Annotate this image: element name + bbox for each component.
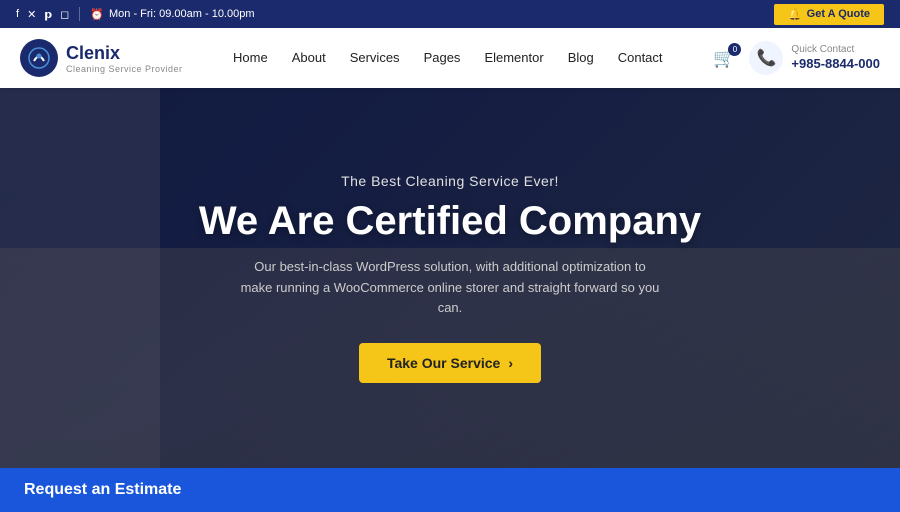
bell-icon: 🔔 (788, 8, 802, 21)
top-bar-left: f ✕ 𝗽 ◻ ⏰ Mon - Fri: 09.00am - 10.00pm (16, 7, 255, 21)
nav-item-services[interactable]: Services (350, 49, 400, 67)
logo[interactable]: Clenix Cleaning Service Provider (20, 39, 183, 77)
phone-text: Quick Contact +985-8844-000 (791, 44, 880, 73)
hero-cta-arrow: › (508, 355, 513, 371)
hero-content: The Best Cleaning Service Ever! We Are C… (0, 88, 900, 468)
hero-subtitle: The Best Cleaning Service Ever! (341, 173, 559, 189)
nav-link-pages[interactable]: Pages (424, 50, 461, 65)
nav-link-contact[interactable]: Contact (618, 50, 663, 65)
logo-icon (20, 39, 58, 77)
logo-subtitle: Cleaning Service Provider (66, 64, 183, 74)
nav-item-blog[interactable]: Blog (568, 49, 594, 67)
nav-right: 🛒 0 📞 Quick Contact +985-8844-000 (713, 41, 880, 75)
hero-description: Our best-in-class WordPress solution, wi… (240, 257, 660, 319)
hero-section: The Best Cleaning Service Ever! We Are C… (0, 88, 900, 468)
quick-contact-label: Quick Contact (791, 44, 880, 55)
top-bar: f ✕ 𝗽 ◻ ⏰ Mon - Fri: 09.00am - 10.00pm 🔔… (0, 0, 900, 28)
nav-links: Home About Services Pages Elementor Blog… (233, 49, 663, 67)
logo-name: Clenix (66, 43, 183, 64)
nav-link-elementor[interactable]: Elementor (484, 50, 543, 65)
nav-link-blog[interactable]: Blog (568, 50, 594, 65)
schedule-info: ⏰ Mon - Fri: 09.00am - 10.00pm (90, 8, 254, 21)
hero-cta-label: Take Our Service (387, 355, 500, 371)
cta-strip-text: Request an Estimate (24, 481, 181, 499)
pinterest-icon[interactable]: 𝗽 (44, 8, 52, 21)
nav-link-home[interactable]: Home (233, 50, 268, 65)
divider (79, 7, 80, 21)
navbar: Clenix Cleaning Service Provider Home Ab… (0, 28, 900, 88)
hero-title: We Are Certified Company (199, 199, 701, 243)
nav-item-about[interactable]: About (292, 49, 326, 67)
facebook-icon[interactable]: f (16, 8, 19, 20)
hero-cta-button[interactable]: Take Our Service › (359, 343, 541, 383)
nav-item-pages[interactable]: Pages (424, 49, 461, 67)
phone-icon: 📞 (749, 41, 783, 75)
cta-strip: Request an Estimate (0, 468, 900, 512)
cart-icon[interactable]: 🛒 0 (713, 48, 735, 69)
schedule-text: Mon - Fri: 09.00am - 10.00pm (109, 8, 255, 20)
nav-link-about[interactable]: About (292, 50, 326, 65)
get-quote-label: Get A Quote (807, 8, 870, 20)
instagram-icon[interactable]: ◻ (60, 8, 69, 21)
nav-item-home[interactable]: Home (233, 49, 268, 67)
phone-block: 📞 Quick Contact +985-8844-000 (749, 41, 880, 75)
phone-number[interactable]: +985-8844-000 (791, 56, 880, 71)
logo-text: Clenix Cleaning Service Provider (66, 43, 183, 74)
clock-icon: ⏰ (90, 8, 104, 21)
twitter-icon[interactable]: ✕ (27, 8, 36, 21)
nav-item-elementor[interactable]: Elementor (484, 49, 543, 67)
get-quote-button[interactable]: 🔔 Get A Quote (774, 4, 884, 25)
cart-badge: 0 (728, 43, 741, 56)
social-icons: f ✕ 𝗽 ◻ (16, 8, 69, 21)
nav-item-contact[interactable]: Contact (618, 49, 663, 67)
nav-link-services[interactable]: Services (350, 50, 400, 65)
